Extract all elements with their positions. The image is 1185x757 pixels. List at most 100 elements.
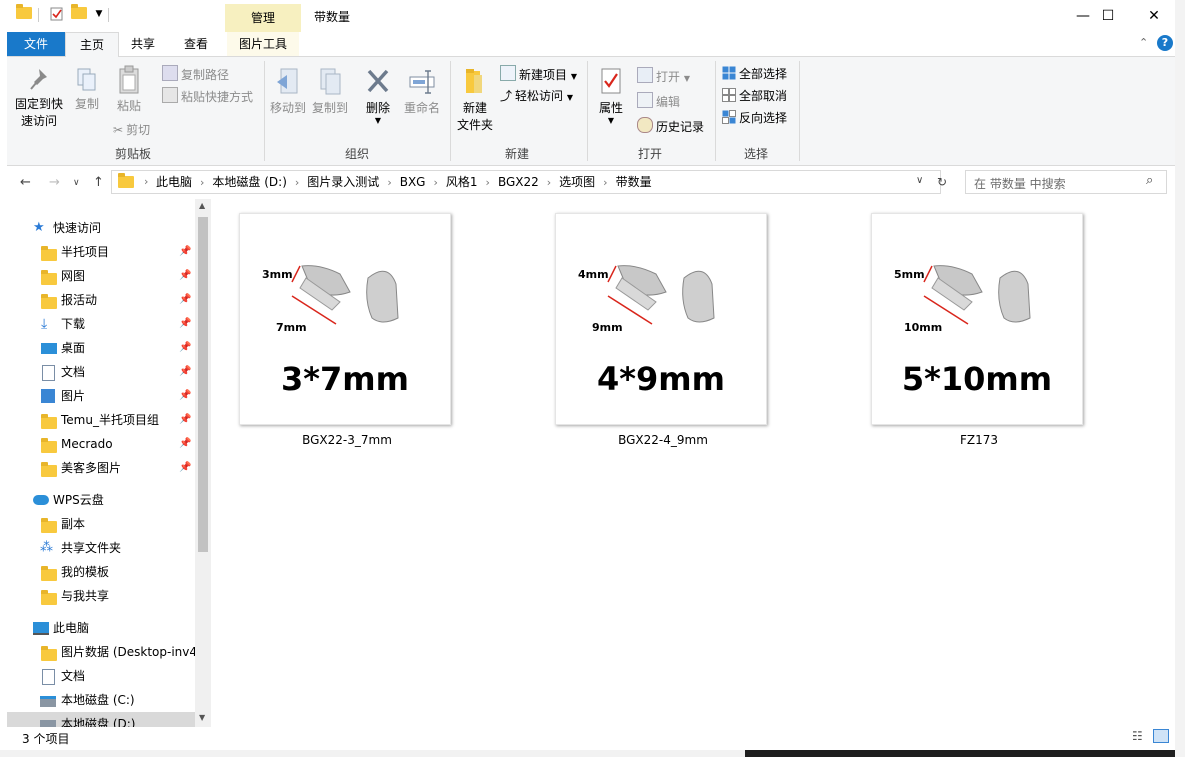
forward-arrow-icon[interactable]: → <box>49 175 60 190</box>
large-icons-view-icon[interactable] <box>1153 729 1169 743</box>
recent-dropdown-icon[interactable]: ∨ <box>73 178 80 188</box>
nav-item[interactable]: 图片 📌 <box>7 384 195 408</box>
nav-item[interactable]: 与我共享 <box>7 584 195 608</box>
nav-item[interactable]: 本地磁盘 (C:) <box>7 688 195 712</box>
easy-access-button[interactable]: ⤴ 轻松访问 ▼ <box>500 87 573 104</box>
nav-item[interactable]: 美客多图片 📌 <box>7 456 195 480</box>
nav-item[interactable]: 副本 <box>7 512 195 536</box>
copy-to-button[interactable]: 复制到 <box>311 67 349 116</box>
nav-item[interactable]: 文档 📌 <box>7 360 195 384</box>
details-view-icon[interactable]: ☷ <box>1132 729 1143 743</box>
edit-button[interactable]: 编辑 <box>637 92 680 110</box>
nav-wps-cloud[interactable]: WPS云盘 <box>7 488 195 512</box>
divider <box>38 8 39 22</box>
history-button[interactable]: 历史记录 <box>637 117 704 135</box>
new-folder-button[interactable]: 新建 文件夹 <box>455 65 495 133</box>
invert-selection-button[interactable]: 反向选择 <box>722 109 787 126</box>
copy-button[interactable]: 复制 <box>69 67 105 112</box>
paste-shortcut-button[interactable]: 粘贴快捷方式 <box>162 87 253 105</box>
crumb-folder[interactable]: BGX22 <box>498 171 539 193</box>
collapse-ribbon-icon[interactable]: ⌃ <box>1139 36 1148 49</box>
pin-icon[interactable]: 📌 <box>179 264 191 288</box>
crumb-drive-d[interactable]: 本地磁盘 (D:) <box>212 171 286 193</box>
address-bar[interactable]: › 此电脑 › 本地磁盘 (D:) › 图片录入测试 › BXG › 风格1 › BGX22 › 选项图… <box>111 170 941 194</box>
select-all-button[interactable]: 全部选择 <box>722 65 787 82</box>
open-button[interactable]: 打开 ▼ <box>637 67 690 85</box>
crumb-folder[interactable]: 风格1 <box>446 171 478 193</box>
cut-button[interactable]: ✂ 剪切 <box>113 121 150 138</box>
pin-icon[interactable]: 📌 <box>179 336 191 360</box>
close-button[interactable]: ✕ <box>1131 0 1175 32</box>
nav-item[interactable]: 桌面 📌 <box>7 336 195 360</box>
nav-item[interactable]: 文档 <box>7 664 195 688</box>
address-dropdown-icon[interactable]: ∨ <box>916 175 923 186</box>
tab-share[interactable]: 共享 <box>117 32 169 56</box>
pin-icon[interactable]: 📌 <box>179 384 191 408</box>
properties-check-icon[interactable] <box>50 7 64 21</box>
pin-icon[interactable]: 📌 <box>179 240 191 264</box>
new-item-dropdown-icon: ▼ <box>570 72 577 81</box>
copy-path-button[interactable]: 复制路径 <box>162 65 229 83</box>
breadcrumb: 此电脑 › 本地磁盘 (D:) › 图片录入测试 › BXG › 风格1 › BGX22 › 选项图 › 带… <box>156 171 656 194</box>
file-thumbnail[interactable]: 5mm 10mm 5*10mm <box>871 213 1083 425</box>
up-arrow-icon[interactable]: ↑ <box>93 175 104 190</box>
easy-access-dropdown-icon: ▼ <box>566 93 574 102</box>
nav-this-pc[interactable]: 此电脑 <box>7 616 195 640</box>
file-name[interactable]: BGX22-3_7mm <box>222 433 472 447</box>
pin-icon[interactable]: 📌 <box>179 456 191 480</box>
properties-button[interactable]: 属性 ▼ <box>593 67 629 125</box>
pin-icon[interactable]: 📌 <box>179 360 191 384</box>
select-none-button[interactable]: 全部取消 <box>722 87 787 104</box>
crumb-folder[interactable]: 图片录入测试 <box>307 171 379 193</box>
paste-button[interactable]: 粘贴 <box>111 65 147 114</box>
nav-item[interactable]: 半托项目 📌 <box>7 240 195 264</box>
pin-quick-access-button[interactable]: 固定到快 速访问 <box>13 67 65 129</box>
nav-item[interactable]: 报活动 📌 <box>7 288 195 312</box>
customize-toolbar-icon[interactable]: ▼ <box>92 7 106 21</box>
nav-item[interactable]: 网图 📌 <box>7 264 195 288</box>
nav-quick-access[interactable]: ★ 快速访问 <box>7 216 195 240</box>
crumb-this-pc[interactable]: 此电脑 <box>156 171 192 193</box>
maximize-button[interactable]: ☐ <box>1085 0 1131 32</box>
pin-icon[interactable]: 📌 <box>179 288 191 312</box>
file-name[interactable]: BGX22-4_9mm <box>538 433 788 447</box>
crumb-folder[interactable]: BXG <box>400 171 426 193</box>
scroll-down-icon[interactable]: ▼ <box>199 713 205 722</box>
tab-file[interactable]: 文件 <box>7 32 65 56</box>
nav-item[interactable]: ⁂ 共享文件夹 <box>7 536 195 560</box>
nav-item[interactable]: 图片数据 (Desktop-inv4 <box>7 640 197 664</box>
help-icon[interactable]: ? <box>1157 35 1173 51</box>
nav-scroll-thumb[interactable] <box>198 217 208 552</box>
crumb-current[interactable]: 带数量 <box>616 171 652 193</box>
pin-icon[interactable]: 📌 <box>179 408 191 432</box>
new-folder-icon[interactable] <box>71 4 87 21</box>
nav-item[interactable]: Temu_半托项目组 📌 <box>7 408 195 432</box>
tab-view[interactable]: 查看 <box>169 32 223 56</box>
tab-picture-tools[interactable]: 图片工具 <box>227 32 299 56</box>
manage-context-tab[interactable]: 管理 <box>225 4 301 32</box>
nav-item[interactable]: 我的模板 <box>7 560 195 584</box>
move-to-button[interactable]: 移动到 <box>269 67 307 116</box>
ribbon-home: 固定到快 速访问 复制 粘贴 复制路径 粘贴快捷方式 ✂ 剪切 剪贴板 移动到 … <box>7 57 1175 166</box>
tab-home[interactable]: 主页 <box>65 32 119 57</box>
new-item-button[interactable]: 新建项目 ▼ <box>500 65 577 83</box>
cut-label: 剪切 <box>126 123 151 137</box>
scroll-up-icon[interactable]: ▲ <box>199 201 205 210</box>
crumb-folder[interactable]: 选项图 <box>559 171 595 193</box>
refresh-icon[interactable]: ↻ <box>937 175 947 189</box>
properties-dropdown-icon[interactable]: ▼ <box>593 116 629 125</box>
delete-button[interactable]: 删除 ▼ <box>363 67 393 125</box>
file-thumbnail[interactable]: 3mm 7mm 3*7mm <box>239 213 451 425</box>
file-thumbnail[interactable]: 4mm 9mm 4*9mm <box>555 213 767 425</box>
back-arrow-icon[interactable]: ← <box>20 175 31 190</box>
nav-item-selected[interactable]: 本地磁盘 (D:) <box>7 712 195 727</box>
file-name[interactable]: FZ173 <box>854 433 1104 447</box>
delete-dropdown-icon[interactable]: ▼ <box>363 116 393 125</box>
rename-button[interactable]: 重命名 <box>401 67 443 116</box>
pin-icon[interactable]: 📌 <box>179 432 191 456</box>
search-input[interactable]: 在 带数量 中搜索 ⌕ <box>965 170 1167 194</box>
nav-item[interactable]: ⤓ 下载 📌 <box>7 312 195 336</box>
pin-icon[interactable]: 📌 <box>179 312 191 336</box>
search-icon[interactable]: ⌕ <box>1146 173 1153 188</box>
nav-item[interactable]: Mecrado 📌 <box>7 432 195 456</box>
